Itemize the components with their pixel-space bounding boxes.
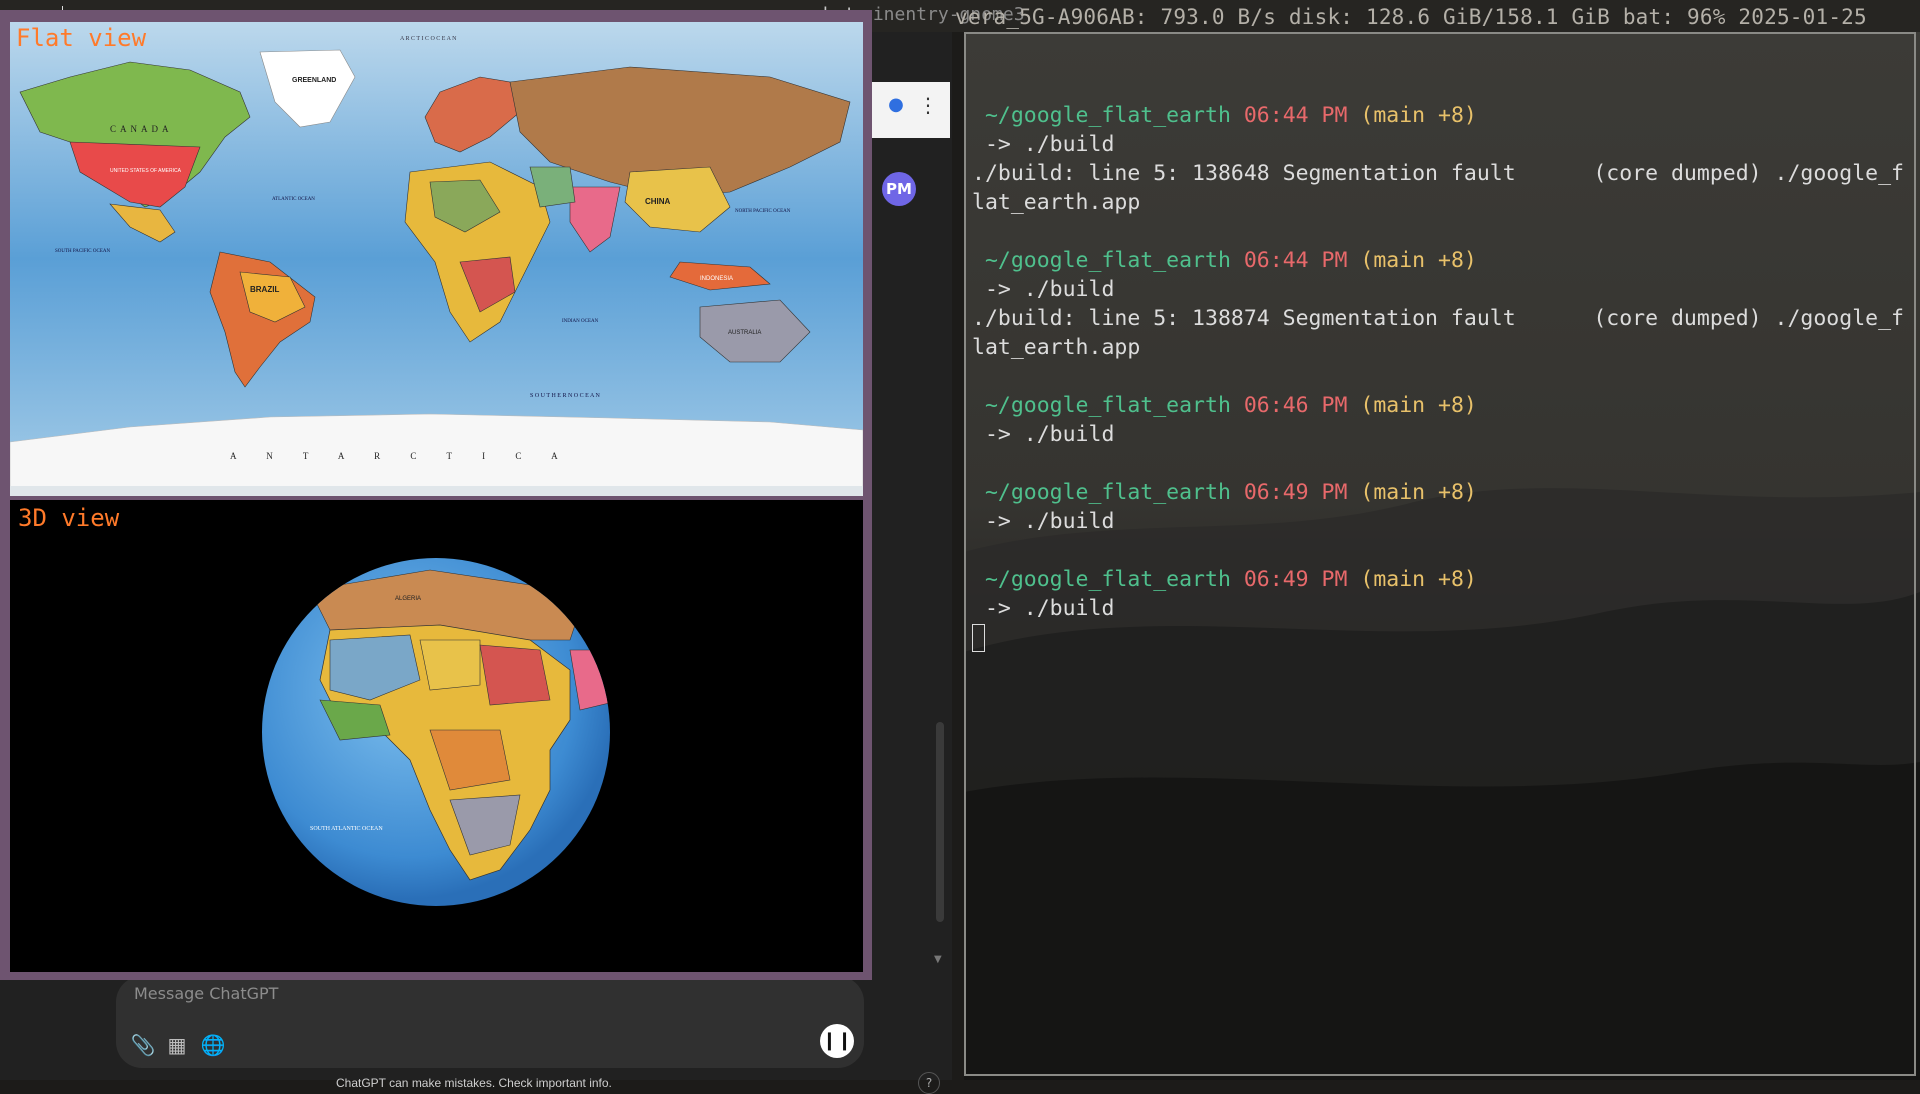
- terminal-output-line: ./build: line 5: 138874 Segmentation fau…: [972, 306, 1904, 331]
- brazil-label: BRAZIL: [250, 285, 279, 294]
- avatar[interactable]: PM: [882, 172, 916, 206]
- flat-earth-app-window: A R C T I C O C E A N GREENLAND CANADA U…: [0, 10, 872, 980]
- antarctica-label: A N T A R C T I C A: [230, 451, 572, 461]
- globe-country-label: ALGERIA: [395, 596, 421, 602]
- prompt-branch: (main +8): [1360, 103, 1477, 128]
- terminal-output-line: ./build: line 5: 138648 Segmentation fau…: [972, 161, 1904, 186]
- prompt-time: 06:46 PM: [1243, 393, 1348, 418]
- terminal-cursor[interactable]: [972, 624, 985, 652]
- disclaimer-text: ChatGPT can make mistakes. Check importa…: [336, 1076, 612, 1090]
- australia-label: AUSTRALIA: [728, 330, 761, 336]
- scrollbar[interactable]: [936, 722, 944, 922]
- prompt-branch: (main +8): [1360, 567, 1477, 592]
- canada-label: CANADA: [110, 124, 173, 134]
- prompt-path: ~/google_flat_earth: [984, 248, 1231, 273]
- terminal-output: ~/google_flat_earth 06:44 PM (main +8) -…: [972, 72, 1912, 652]
- indonesia-label: INDONESIA: [700, 276, 733, 282]
- pacific-south-label: SOUTH PACIFIC OCEAN: [55, 249, 110, 254]
- terminal-cursor-line: [972, 623, 1912, 652]
- globe-3d-view[interactable]: ALGERIA SOUTH ATLANTIC OCEAN 3D view: [10, 500, 863, 972]
- terminal-command-line: -> ./build: [972, 596, 1115, 621]
- terminal-prompt-line: ~/google_flat_earth 06:44 PM (main +8): [972, 246, 1912, 275]
- voice-waveform-icon[interactable]: ❙❙: [820, 1024, 854, 1058]
- prompt-path: ~/google_flat_earth: [984, 567, 1231, 592]
- china-label: CHINA: [645, 197, 671, 206]
- map-bottom-edge: [10, 486, 863, 496]
- terminal-prompt-line: ~/google_flat_earth 06:49 PM (main +8): [972, 478, 1912, 507]
- tools-icon[interactable]: ▦: [162, 1030, 192, 1060]
- world-map-svg: A R C T I C O C E A N GREENLAND CANADA U…: [10, 22, 863, 496]
- scroll-down-arrow-icon[interactable]: ▼: [934, 954, 942, 965]
- prompt-time: 06:49 PM: [1243, 480, 1348, 505]
- terminal-window[interactable]: ~/google_flat_earth 06:44 PM (main +8) -…: [964, 32, 1920, 1080]
- paperclip-icon[interactable]: 📎: [128, 1030, 158, 1060]
- flat-view-label: Flat view: [16, 24, 147, 52]
- prompt-path: ~/google_flat_earth: [984, 393, 1231, 418]
- southern-label: S O U T H E R N O C E A N: [530, 393, 600, 399]
- flat-map-view[interactable]: A R C T I C O C E A N GREENLAND CANADA U…: [10, 22, 863, 496]
- terminal-output-line: lat_earth.app: [972, 190, 1141, 215]
- system-stats: vera_5G-A906AB: 793.0 B/s disk: 128.6 Gi…: [955, 5, 1867, 29]
- prompt-branch: (main +8): [1360, 480, 1477, 505]
- globe-ocean-label: SOUTH ATLANTIC OCEAN: [310, 826, 383, 832]
- terminal-command-line: -> ./build: [972, 509, 1115, 534]
- terminal-command-line: -> ./build: [972, 277, 1115, 302]
- terminal-output-line: lat_earth.app: [972, 335, 1141, 360]
- atlantic-label: ATLANTIC OCEAN: [272, 197, 315, 202]
- prompt-branch: (main +8): [1360, 393, 1477, 418]
- 3d-view-label: 3D view: [18, 504, 120, 532]
- indian-label: INDIAN OCEAN: [562, 319, 599, 324]
- terminal-prompt-line: ~/google_flat_earth 06:46 PM (main +8): [972, 391, 1912, 420]
- terminal-prompt-line: ~/google_flat_earth 06:49 PM (main +8): [972, 565, 1912, 594]
- help-button[interactable]: ?: [918, 1072, 940, 1094]
- prompt-path: ~/google_flat_earth: [984, 103, 1231, 128]
- prompt-time: 06:44 PM: [1243, 248, 1348, 273]
- prompt-time: 06:49 PM: [1243, 567, 1348, 592]
- globe-icon[interactable]: 🌐: [198, 1030, 228, 1060]
- greenland-label: GREENLAND: [292, 77, 336, 84]
- arctic-label: A R C T I C O C E A N: [400, 36, 457, 42]
- globe-svg: ALGERIA SOUTH ATLANTIC OCEAN: [262, 558, 610, 906]
- terminal-prompt-line: ~/google_flat_earth 06:44 PM (main +8): [972, 101, 1912, 130]
- prompt-branch: (main +8): [1360, 248, 1477, 273]
- pacific-north-label: NORTH PACIFIC OCEAN: [735, 209, 791, 214]
- more-options-icon[interactable]: ⋮: [918, 94, 938, 116]
- prompt-path: ~/google_flat_earth: [984, 480, 1231, 505]
- usa-label: UNITED STATES OF AMERICA: [110, 168, 182, 174]
- globe-libya: [419, 639, 481, 691]
- terminal-command-line: -> ./build: [972, 132, 1115, 157]
- globe-egypt-sudan: [479, 644, 551, 706]
- terminal-command-line: -> ./build: [972, 422, 1115, 447]
- prompt-time: 06:44 PM: [1243, 103, 1348, 128]
- profile-icon[interactable]: ●: [885, 94, 907, 116]
- message-input[interactable]: Message ChatGPT: [134, 984, 278, 1003]
